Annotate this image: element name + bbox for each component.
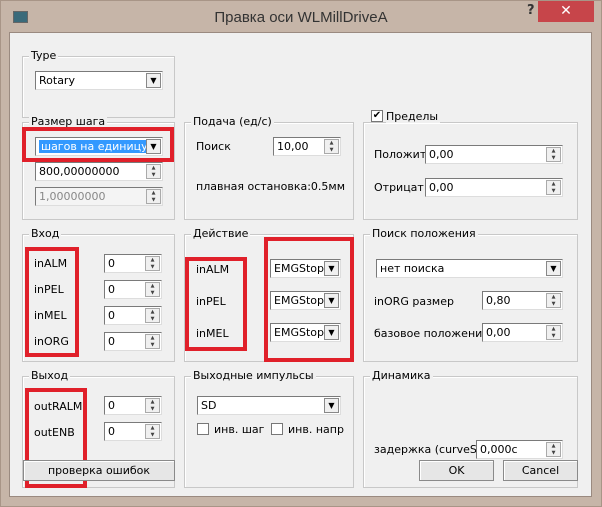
window-title: Правка оси WLMillDriveA: [214, 9, 388, 26]
check-errors-button[interactable]: проверка ошибок: [23, 460, 175, 481]
spin-arrows-icon[interactable]: ▲ ▼: [324, 139, 339, 154]
base-position-spinbox[interactable]: ▲▼: [482, 323, 563, 342]
delay-spinbox[interactable]: ▲▼: [476, 440, 563, 459]
group-pulses-label: Выходные импульсы: [191, 369, 316, 382]
spin-arrows-icon[interactable]: ▲ ▼: [546, 293, 561, 308]
help-button[interactable]: ?: [527, 3, 535, 18]
org-size-label: inORG размер: [374, 295, 454, 308]
search-feed-label: Поиск: [196, 140, 231, 153]
pulse-mode-combo[interactable]: SD ▼: [197, 396, 341, 415]
limits-checkbox[interactable]: ✔: [371, 110, 383, 122]
input-value[interactable]: [105, 307, 145, 324]
group-input-label: Вход: [29, 227, 62, 240]
group-homing-label: Поиск положения: [370, 227, 478, 240]
spin-arrows-icon[interactable]: ▲ ▼: [546, 180, 561, 195]
org-size-spinbox[interactable]: ▲▼: [482, 291, 563, 310]
spin-arrows-icon[interactable]: ▲ ▼: [146, 164, 161, 179]
chevron-down-icon[interactable]: ▼: [324, 398, 339, 413]
steps-spinbox[interactable]: ▲▼: [35, 162, 163, 181]
output-value[interactable]: [105, 423, 145, 440]
close-button[interactable]: ✕: [538, 1, 594, 22]
spin-arrows-icon[interactable]: ▲ ▼: [546, 147, 561, 162]
input-spinbox[interactable]: ▲▼: [104, 306, 162, 325]
highlight-box: [25, 247, 79, 357]
units-spinbox: ▲▼: [35, 187, 163, 206]
limit-negative-spinbox[interactable]: ▲▼: [425, 178, 563, 197]
invert-step-label: инв. шаг: [214, 423, 265, 436]
spin-arrows-icon: ▲ ▼: [146, 189, 161, 204]
input-spinbox[interactable]: ▲▼: [104, 280, 162, 299]
group-dynamics-label: Динамика: [370, 369, 433, 382]
steps-input[interactable]: [36, 163, 125, 180]
spin-arrows-icon[interactable]: ▲ ▼: [145, 334, 160, 349]
delay-input[interactable]: [477, 441, 537, 458]
group-type-label: Type: [29, 49, 59, 62]
cancel-button[interactable]: Cancel: [503, 460, 578, 481]
invert-dir-label: инв. напр: [288, 423, 344, 436]
highlight-box: [22, 127, 174, 162]
search-feed-input[interactable]: [274, 138, 321, 155]
base-position-input[interactable]: [483, 324, 539, 341]
limits-label: Пределы: [386, 110, 441, 123]
limit-negative-label: Отрицат: [374, 181, 424, 194]
group-action-label: Действие: [191, 227, 251, 240]
spin-arrows-icon[interactable]: ▲ ▼: [145, 398, 160, 413]
input-value[interactable]: [105, 255, 145, 272]
ok-button[interactable]: OK: [419, 460, 494, 481]
spin-arrows-icon[interactable]: ▲ ▼: [145, 282, 160, 297]
homing-mode-combo[interactable]: нет поиска ▼: [376, 259, 563, 278]
units-input: [36, 188, 125, 205]
highlight-box: [264, 237, 354, 362]
group-limits: [363, 122, 578, 220]
limit-positive-spinbox[interactable]: ▲▼: [425, 145, 563, 164]
spin-arrows-icon[interactable]: ▲ ▼: [145, 308, 160, 323]
invert-dir-checkbox[interactable]: [271, 423, 283, 435]
org-size-input[interactable]: [483, 292, 539, 309]
search-feed-spinbox[interactable]: ▲▼: [273, 137, 341, 156]
spin-arrows-icon[interactable]: ▲ ▼: [546, 325, 561, 340]
output-value[interactable]: [105, 397, 145, 414]
input-spinbox[interactable]: ▲▼: [104, 254, 162, 273]
highlight-box: [185, 257, 247, 351]
spin-arrows-icon[interactable]: ▲ ▼: [145, 424, 160, 439]
delay-label: задержка (curveS): [374, 443, 482, 456]
group-feed-label: Подача (ед/с): [191, 115, 274, 128]
group-output-label: Выход: [29, 369, 71, 382]
spin-arrows-icon[interactable]: ▲ ▼: [546, 442, 561, 457]
chevron-down-icon[interactable]: ▼: [146, 73, 161, 88]
type-combo[interactable]: Rotary ▼: [35, 71, 163, 90]
output-spinbox[interactable]: ▲▼: [104, 422, 162, 441]
invert-step-checkbox[interactable]: [197, 423, 209, 435]
type-value: Rotary: [39, 74, 75, 87]
homing-mode-value: нет поиска: [380, 262, 445, 275]
limit-positive-label: Положит: [374, 148, 427, 161]
input-spinbox[interactable]: ▲▼: [104, 332, 162, 351]
limit-positive-input[interactable]: [426, 146, 522, 163]
pulse-mode-value: SD: [201, 399, 217, 412]
input-value[interactable]: [105, 333, 145, 350]
chevron-down-icon[interactable]: ▼: [546, 261, 561, 276]
limit-negative-input[interactable]: [426, 179, 522, 196]
input-value[interactable]: [105, 281, 145, 298]
spin-arrows-icon[interactable]: ▲ ▼: [145, 256, 160, 271]
base-position-label: базовое положение: [374, 327, 490, 340]
output-spinbox[interactable]: ▲▼: [104, 396, 162, 415]
smooth-stop-label: плавная остановка:0.5мм: [196, 180, 346, 193]
